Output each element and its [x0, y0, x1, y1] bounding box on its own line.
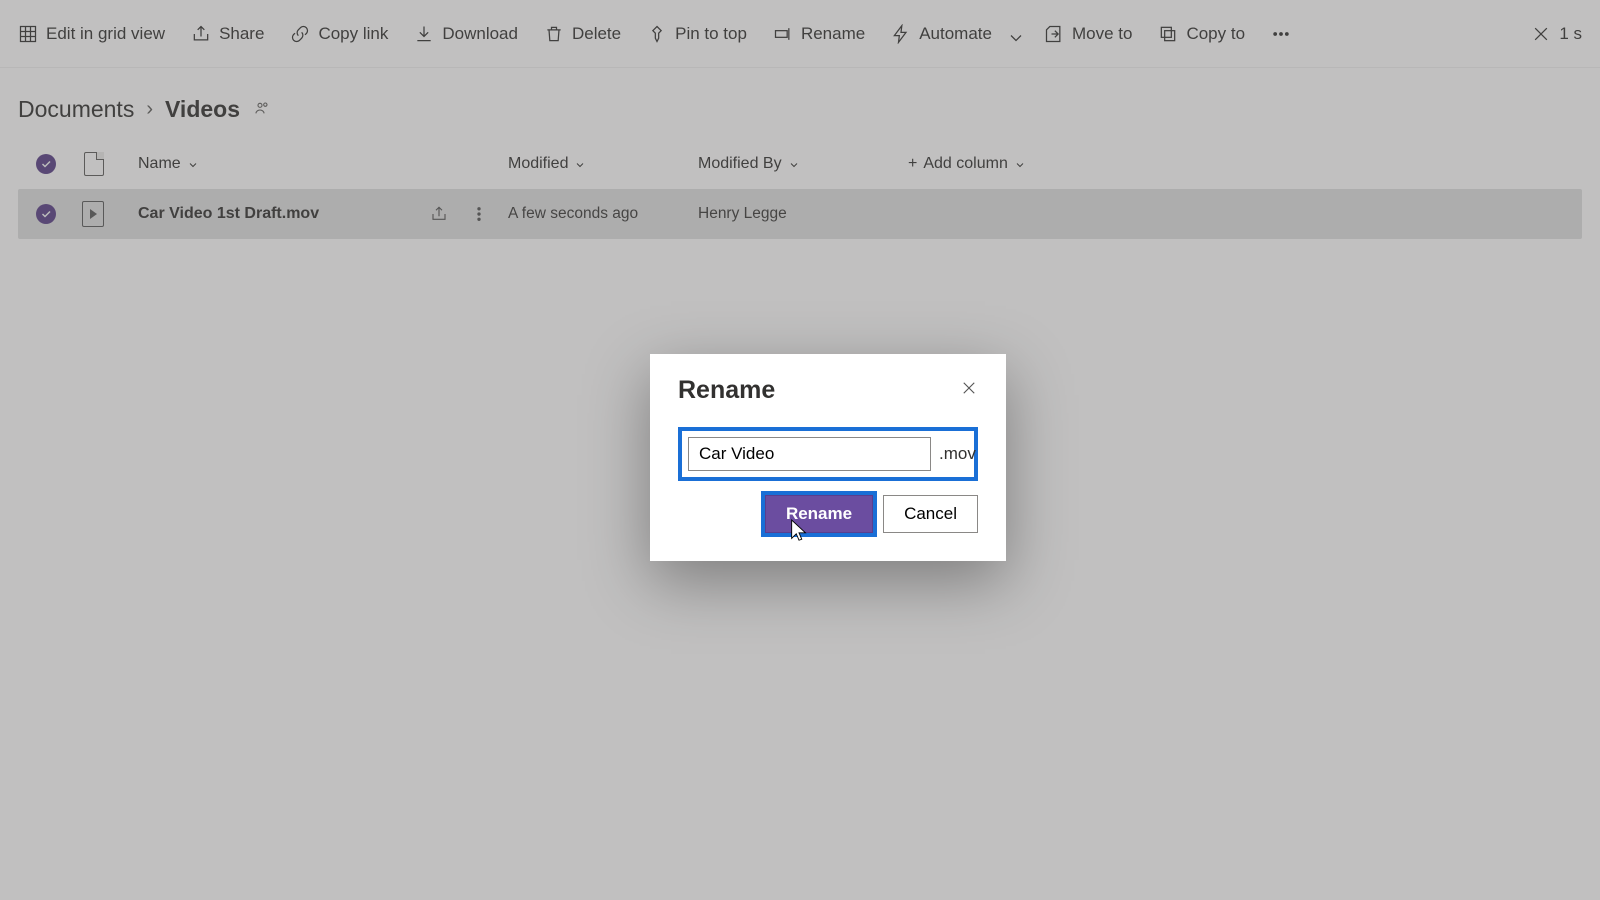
close-icon	[960, 379, 978, 397]
rename-dialog: Rename .mov Rename Cancel	[650, 354, 1006, 561]
dialog-title: Rename	[678, 376, 775, 405]
cancel-button[interactable]: Cancel	[883, 495, 978, 533]
dialog-close-button[interactable]	[960, 379, 978, 402]
rename-confirm-button[interactable]: Rename	[765, 495, 873, 533]
file-extension: .mov	[939, 444, 976, 464]
filename-input[interactable]	[688, 437, 931, 471]
filename-input-highlight: .mov	[678, 427, 978, 481]
